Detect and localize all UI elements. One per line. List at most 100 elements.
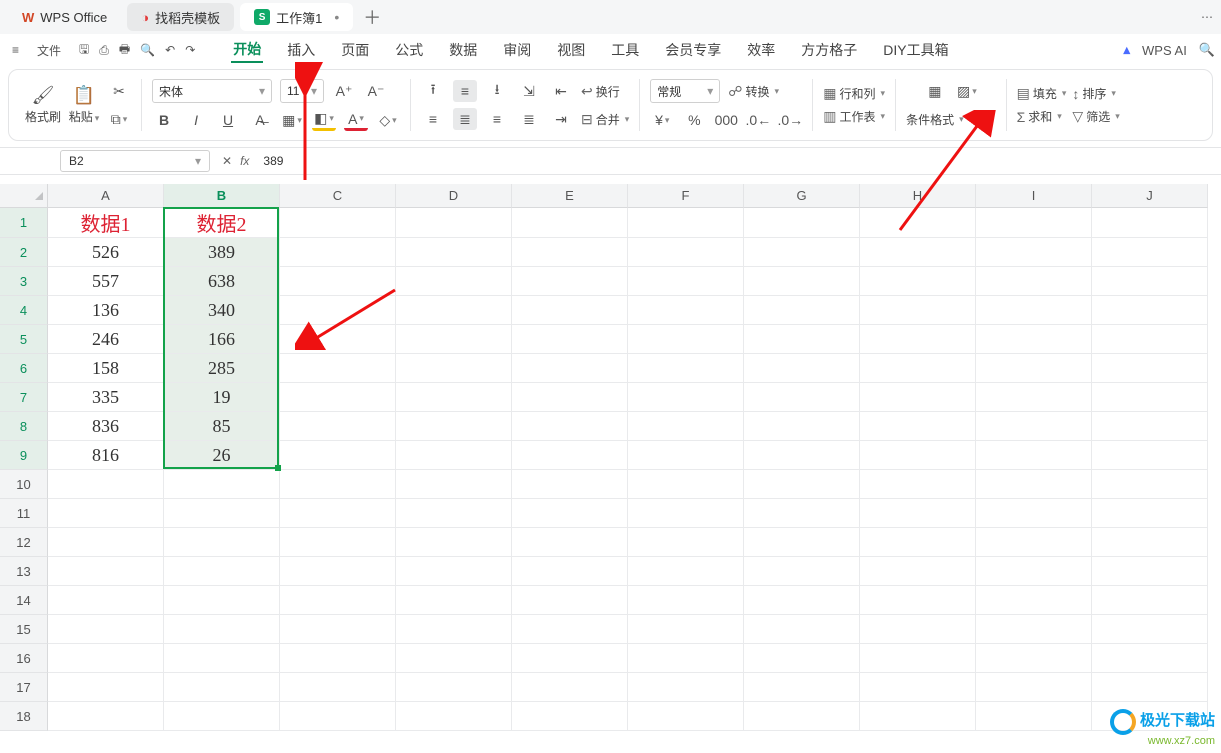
cell[interactable] [744,412,860,441]
paste-button[interactable]: 📋粘贴 [67,85,101,125]
workbook-tab[interactable]: S 工作簿1 • [240,3,353,31]
cell[interactable] [860,296,976,325]
format-painter-button[interactable]: 🖌格式刷 [25,85,61,125]
row-header[interactable]: 1 [0,208,48,238]
cell[interactable] [744,644,860,673]
cell[interactable] [628,673,744,702]
copy-icon[interactable]: ⧉ [107,108,131,130]
border-icon[interactable]: ▦ [280,109,304,131]
row-header[interactable]: 4 [0,296,48,325]
menu-tab-5[interactable]: 审阅 [501,38,533,62]
cell[interactable] [628,644,744,673]
cell[interactable] [396,354,512,383]
cell[interactable] [512,470,628,499]
cell[interactable] [628,528,744,557]
row-header[interactable]: 6 [0,354,48,383]
cell[interactable] [628,325,744,354]
row-header[interactable]: 13 [0,557,48,586]
cell[interactable] [512,644,628,673]
cell[interactable] [860,412,976,441]
row-header[interactable]: 16 [0,644,48,673]
dec-dec-icon[interactable]: .0→ [778,109,802,131]
cell[interactable] [396,208,512,238]
cell[interactable] [280,441,396,470]
crop-icon[interactable]: ◰ [972,108,996,130]
cell[interactable] [396,296,512,325]
cell[interactable] [976,238,1092,267]
cell[interactable] [280,325,396,354]
cell[interactable] [860,325,976,354]
clear-format-icon[interactable]: ◇ [376,109,400,131]
sort-button[interactable]: ↕排序 [1072,85,1119,102]
cell[interactable] [48,644,164,673]
cell[interactable] [280,470,396,499]
cell[interactable] [48,586,164,615]
cell[interactable] [512,412,628,441]
row-header[interactable]: 8 [0,412,48,441]
cell[interactable] [628,354,744,383]
cell[interactable] [1092,557,1208,586]
cell[interactable] [628,238,744,267]
row-header[interactable]: 18 [0,702,48,731]
cell[interactable] [976,673,1092,702]
file-menu[interactable]: 文件 [31,38,67,63]
indent-dec-icon[interactable]: ⇤ [549,80,573,102]
cell[interactable] [860,528,976,557]
cell[interactable] [164,470,280,499]
cell[interactable] [976,383,1092,412]
cell[interactable] [164,644,280,673]
cell[interactable] [512,296,628,325]
row-header[interactable]: 15 [0,615,48,644]
orientation-icon[interactable]: ⇲ [517,80,541,102]
cell[interactable] [512,528,628,557]
cell[interactable] [280,412,396,441]
row-col-button[interactable]: ▦行和列 [823,85,885,102]
cell[interactable] [396,267,512,296]
cell[interactable] [744,615,860,644]
cell[interactable]: 19 [164,383,280,412]
cell[interactable] [280,499,396,528]
font-color-icon[interactable]: A [344,109,368,131]
cell[interactable] [280,208,396,238]
cell[interactable] [860,499,976,528]
cell[interactable]: 836 [48,412,164,441]
col-header[interactable]: E [512,184,628,208]
col-header[interactable]: D [396,184,512,208]
menu-tab-0[interactable]: 开始 [231,37,263,63]
cell[interactable] [512,238,628,267]
cell[interactable] [280,673,396,702]
cell[interactable] [860,557,976,586]
col-header[interactable]: G [744,184,860,208]
cell[interactable] [744,702,860,731]
col-header[interactable]: A [48,184,164,208]
cell[interactable] [744,267,860,296]
cell[interactable]: 136 [48,296,164,325]
align-left-icon[interactable]: ≡ [421,108,445,130]
cell[interactable] [976,412,1092,441]
cell[interactable] [744,586,860,615]
row-header[interactable]: 17 [0,673,48,702]
cell[interactable] [396,644,512,673]
italic-icon[interactable]: I [184,109,208,131]
cell[interactable] [976,267,1092,296]
cell[interactable] [860,702,976,731]
cell[interactable] [1092,325,1208,354]
cell[interactable] [512,615,628,644]
cell[interactable]: 340 [164,296,280,325]
align-center-icon[interactable]: ≣ [453,108,477,130]
align-right-icon[interactable]: ≡ [485,108,509,130]
cell[interactable]: 389 [164,238,280,267]
cell[interactable] [396,557,512,586]
cell[interactable] [1092,354,1208,383]
cell[interactable] [512,586,628,615]
cell[interactable] [628,586,744,615]
increase-font-icon[interactable]: A⁺ [332,80,356,102]
cell[interactable] [396,499,512,528]
cell[interactable] [860,383,976,412]
cell[interactable] [976,470,1092,499]
cell[interactable] [860,586,976,615]
cell[interactable] [744,383,860,412]
currency-icon[interactable]: ¥ [650,109,674,131]
cell[interactable] [744,296,860,325]
cell[interactable] [1092,208,1208,238]
